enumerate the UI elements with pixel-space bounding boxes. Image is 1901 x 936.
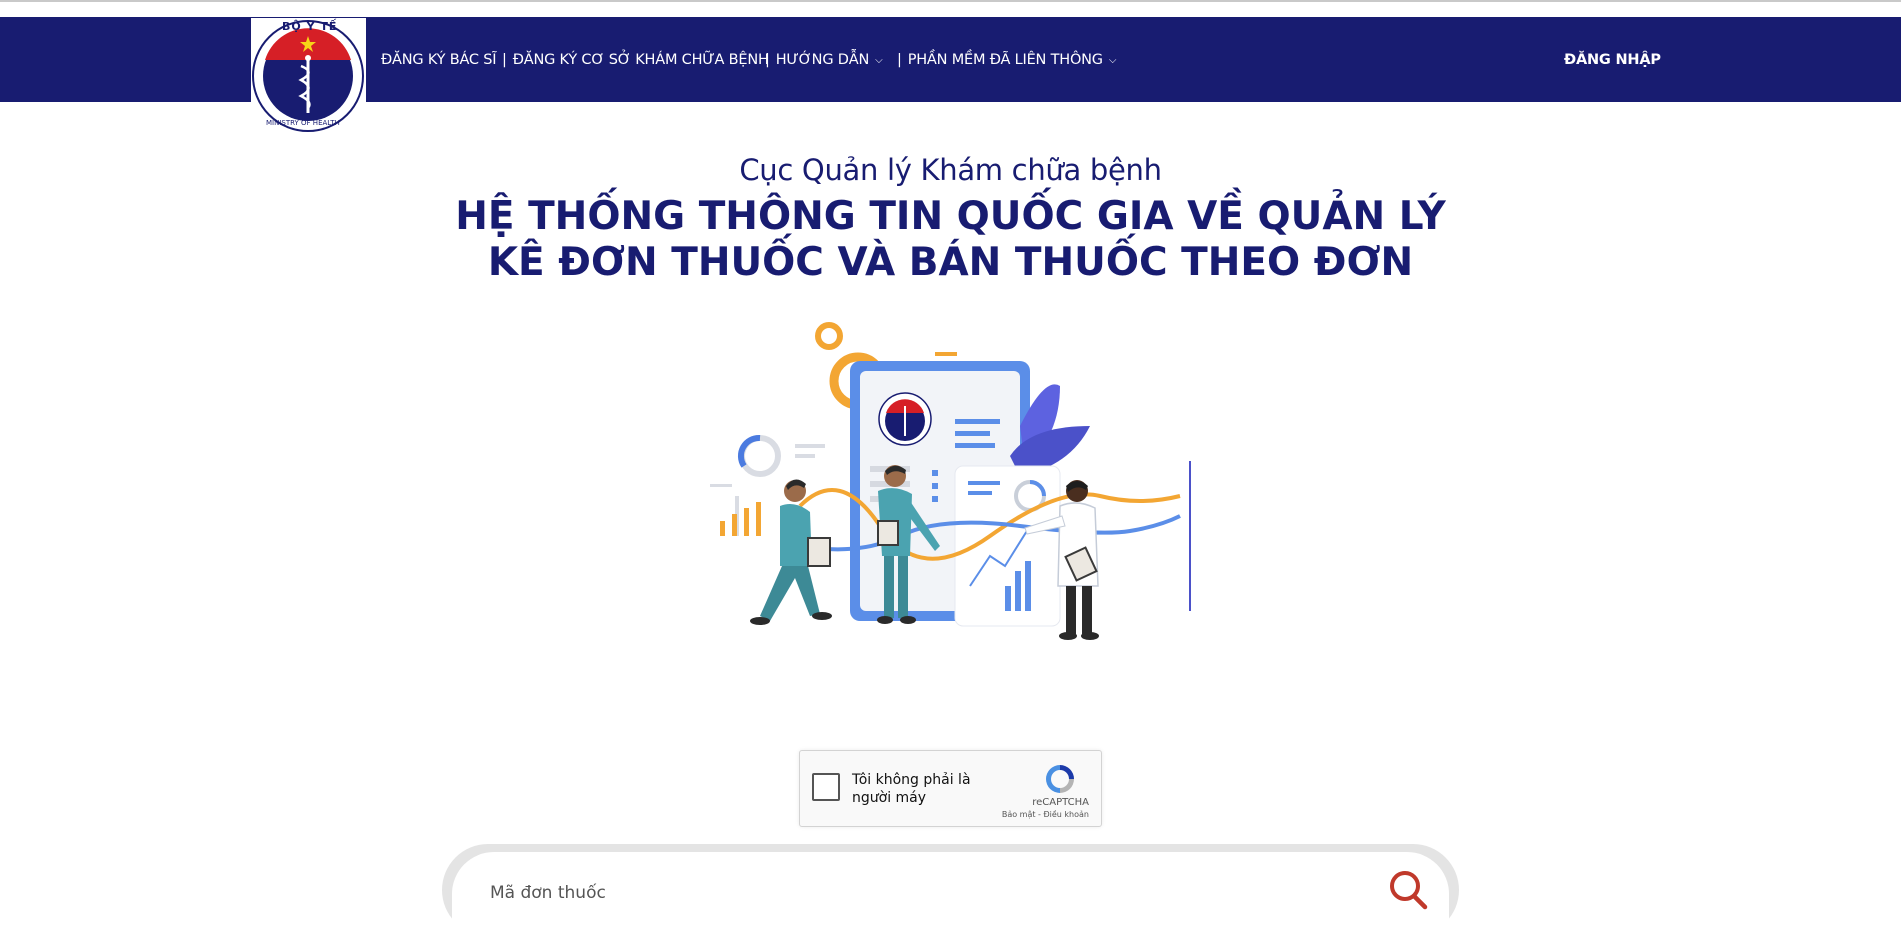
page-title: HỆ THỐNG THÔNG TIN QUỐC GIA VỀ QUẢN LÝ K… — [0, 194, 1901, 286]
logo-bottom-text: MINISTRY OF HEALTH — [266, 119, 340, 127]
ministry-logo[interactable]: BỘ Y TẾ MINISTRY OF HEALTH — [251, 18, 366, 136]
hero-illustration — [700, 316, 1200, 676]
top-border — [0, 0, 1901, 2]
chevron-down-icon: ⌵ — [1108, 55, 1117, 66]
nav-separator: | — [765, 52, 770, 68]
nav-register-doctor[interactable]: ĐĂNG KÝ BÁC SĨ — [381, 51, 497, 69]
login-link[interactable]: ĐĂNG NHẬP — [1564, 51, 1661, 69]
recaptcha-widget: Tôi không phải là người máy reCAPTCHA Bả… — [799, 750, 1102, 827]
nav-register-clinic[interactable]: | ĐĂNG KÝ CƠ SỞ KHÁM CHỮA BỆNH — [502, 51, 769, 69]
page: BỘ Y TẾ MINISTRY OF HEALTH ĐĂNG KÝ BÁC S… — [0, 0, 1901, 936]
nav-guide-label: HƯỚNG DẪN — [775, 52, 870, 68]
nav-separator: | — [502, 52, 507, 68]
nav-register-doctor-label: ĐĂNG KÝ BÁC SĨ — [381, 52, 497, 68]
top-navbar: BỘ Y TẾ MINISTRY OF HEALTH ĐĂNG KÝ BÁC S… — [0, 17, 1901, 136]
department-subtitle: Cục Quản lý Khám chữa bệnh — [739, 153, 1162, 187]
chevron-down-icon: ⌵ — [875, 55, 883, 66]
nav-connected-software[interactable]: | PHẦN MỀM ĐÃ LIÊN THÔNG ⌵ — [897, 51, 1116, 70]
recaptcha-brand: reCAPTCHA — [1032, 797, 1089, 808]
nav-connected-software-label: PHẦN MỀM ĐÃ LIÊN THÔNG — [907, 52, 1103, 68]
logo-top-text: BỘ Y TẾ — [282, 20, 338, 33]
recaptcha-icon — [1046, 765, 1074, 793]
search-icon — [1390, 871, 1428, 910]
recaptcha-privacy-terms[interactable]: Bảo mật - Điều khoản — [1002, 810, 1089, 819]
search-button[interactable] — [1386, 868, 1430, 912]
page-title-line-2: KÊ ĐƠN THUỐC VÀ BÁN THUỐC THEO ĐƠN — [487, 240, 1414, 285]
page-title-line-1: HỆ THỐNG THÔNG TIN QUỐC GIA VỀ QUẢN LÝ — [455, 194, 1446, 239]
prescription-code-input[interactable] — [490, 872, 1340, 914]
recaptcha-label: Tôi không phải là người máy — [852, 772, 971, 806]
recaptcha-checkbox[interactable] — [812, 773, 840, 801]
nav-guide[interactable]: | HƯỚNG DẪN ⌵ — [765, 51, 883, 70]
nav-register-clinic-label: ĐĂNG KÝ CƠ SỞ KHÁM CHỮA BỆNH — [512, 52, 769, 68]
nav-separator: | — [897, 52, 902, 68]
